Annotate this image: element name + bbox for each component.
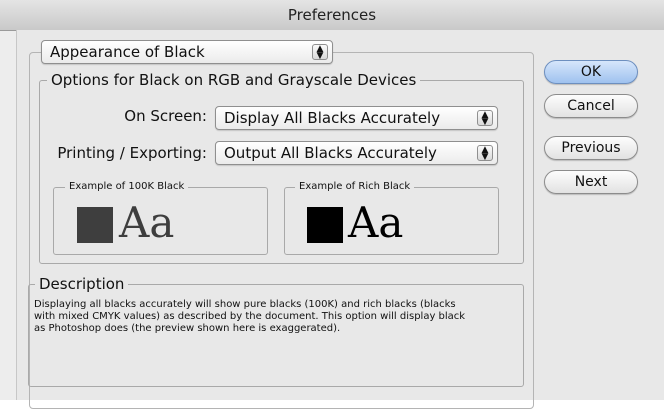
on-screen-select[interactable]: Display All Blacks Accurately ▲ ▼ [215,106,498,130]
rich-black-sample: Aa [348,198,404,247]
description-line: Displaying all blacks accurately will sh… [34,299,456,310]
description-legend: Description [35,275,129,293]
100k-black-sample: Aa [119,198,175,247]
select-arrows-icon: ▲ ▼ [312,44,328,61]
preferences-window: Preferences Appearance of Black ▲ ▼ Optio… [0,0,664,409]
printing-label: Printing / Exporting: [57,144,207,162]
section-select[interactable]: Appearance of Black ▲ ▼ [41,40,333,64]
dialog-content: Appearance of Black ▲ ▼ Options for Black… [16,30,664,409]
options-group-legend: Options for Black on RGB and Grayscale D… [47,71,421,89]
ok-button[interactable]: OK [544,60,638,84]
printing-select[interactable]: Output All Blacks Accurately ▲ ▼ [215,141,498,165]
example-100k-legend: Example of 100K Black [65,181,189,192]
on-screen-label: On Screen: [124,107,207,125]
printing-select-value: Output All Blacks Accurately [224,144,437,162]
select-arrows-icon: ▲ ▼ [477,145,493,162]
window-title: Preferences [0,0,664,31]
previous-button[interactable]: Previous [544,136,638,160]
cancel-button[interactable]: Cancel [544,94,638,118]
description-line: as Photoshop does (the preview shown her… [34,323,341,334]
select-arrows-icon: ▲ ▼ [477,110,493,127]
on-screen-select-value: Display All Blacks Accurately [224,109,441,127]
description-text: Displaying all blacks accurately will sh… [34,299,520,335]
description-line: with mixed CMYK values) as described by … [34,311,466,322]
example-rich-legend: Example of Rich Black [295,181,415,192]
section-select-value: Appearance of Black [50,43,205,61]
next-button[interactable]: Next [544,170,638,194]
rich-black-swatch [307,207,343,243]
100k-black-swatch [77,207,113,243]
